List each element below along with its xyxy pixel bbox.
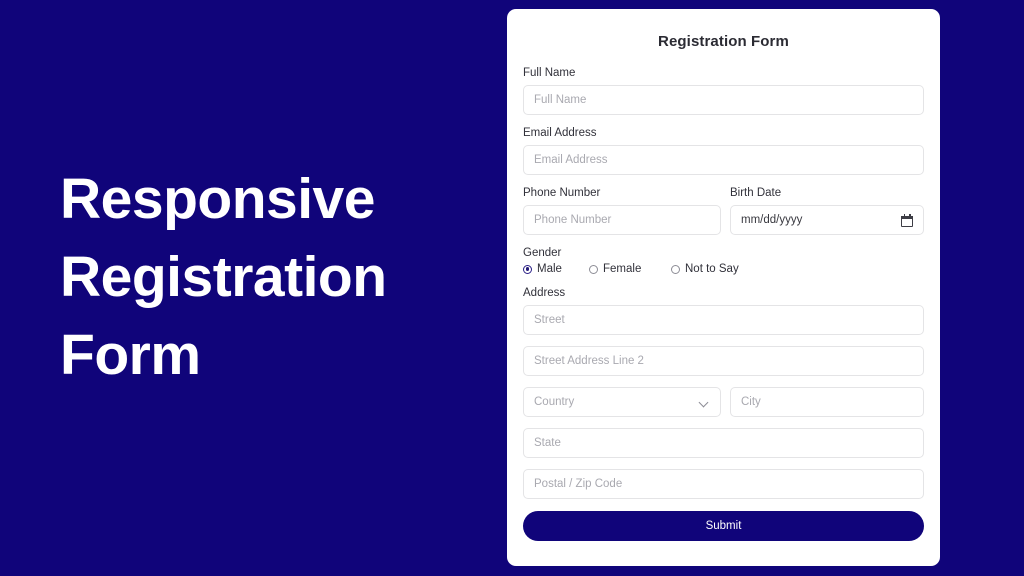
phone-label: Phone Number <box>523 187 601 199</box>
city-placeholder: City <box>741 396 761 408</box>
form-title: Registration Form <box>658 33 789 50</box>
postal-input[interactable]: Postal / Zip Code <box>523 469 924 499</box>
street2-input[interactable]: Street Address Line 2 <box>523 346 924 376</box>
city-field: City <box>730 387 924 417</box>
radio-male-icon[interactable] <box>523 264 532 274</box>
gender-group: Gender Male Female Not to Say <box>523 246 924 275</box>
street-placeholder: Street <box>534 314 565 326</box>
country-city-row: Country City <box>523 387 924 417</box>
email-input[interactable]: Email Address <box>523 145 924 175</box>
full-name-placeholder: Full Name <box>534 94 587 106</box>
hero-line-3: Form <box>60 323 201 387</box>
gender-option-not-to-say[interactable]: Not to Say <box>671 263 739 275</box>
phone-group: Phone Number Phone Number <box>523 186 721 235</box>
full-name-input[interactable]: Full Name <box>523 85 924 115</box>
radio-female-icon[interactable] <box>589 264 598 274</box>
street2-field: Street Address Line 2 <box>523 346 924 376</box>
country-field: Country <box>523 387 721 417</box>
email-group: Email Address Email Address <box>523 126 924 175</box>
postal-placeholder: Postal / Zip Code <box>534 478 623 490</box>
hero-line-2: Registration <box>60 245 387 309</box>
birth-date-input[interactable]: mm/dd/yyyy <box>730 205 924 235</box>
gender-option-female-label: Female <box>603 263 642 275</box>
country-select[interactable]: Country <box>523 387 721 417</box>
submit-button[interactable]: Submit <box>523 511 924 541</box>
full-name-group: Full Name Full Name <box>523 66 924 115</box>
state-field: State <box>523 428 924 458</box>
gender-option-female[interactable]: Female <box>589 263 671 275</box>
gender-option-male-label: Male <box>537 263 562 275</box>
country-placeholder: Country <box>534 396 575 408</box>
registration-form-card: Registration Form Full Name Full Name Em… <box>507 9 940 566</box>
birth-date-group: Birth Date mm/dd/yyyy <box>730 186 924 235</box>
radio-not-to-say-icon[interactable] <box>671 264 680 274</box>
postal-field: Postal / Zip Code <box>523 469 924 499</box>
chevron-down-icon[interactable] <box>700 398 709 407</box>
street2-placeholder: Street Address Line 2 <box>534 355 644 367</box>
birth-date-value: mm/dd/yyyy <box>741 214 803 226</box>
phone-birth-row: Phone Number Phone Number Birth Date mm/… <box>523 186 924 235</box>
state-placeholder: State <box>534 437 561 449</box>
slide-canvas: Responsive Registration Form Registratio… <box>0 0 1024 576</box>
gender-option-not-to-say-label: Not to Say <box>685 263 739 275</box>
email-label: Email Address <box>523 127 597 139</box>
city-input[interactable]: City <box>730 387 924 417</box>
hero-line-1: Responsive <box>60 167 375 231</box>
gender-option-male[interactable]: Male <box>523 263 589 275</box>
email-placeholder: Email Address <box>534 154 608 166</box>
address-group: Address Street Street Address Line 2 Cou… <box>523 286 924 499</box>
address-label: Address <box>523 287 566 299</box>
street-field: Street <box>523 305 924 335</box>
gender-label: Gender <box>523 247 562 259</box>
birth-date-label: Birth Date <box>730 187 782 199</box>
gender-radio-group: Male Female Not to Say <box>523 263 924 275</box>
calendar-icon[interactable] <box>901 213 913 227</box>
full-name-label: Full Name <box>523 67 576 79</box>
hero-heading: Responsive Registration Form <box>60 160 460 394</box>
phone-input[interactable]: Phone Number <box>523 205 721 235</box>
state-input[interactable]: State <box>523 428 924 458</box>
phone-placeholder: Phone Number <box>534 214 612 226</box>
street-input[interactable]: Street <box>523 305 924 335</box>
